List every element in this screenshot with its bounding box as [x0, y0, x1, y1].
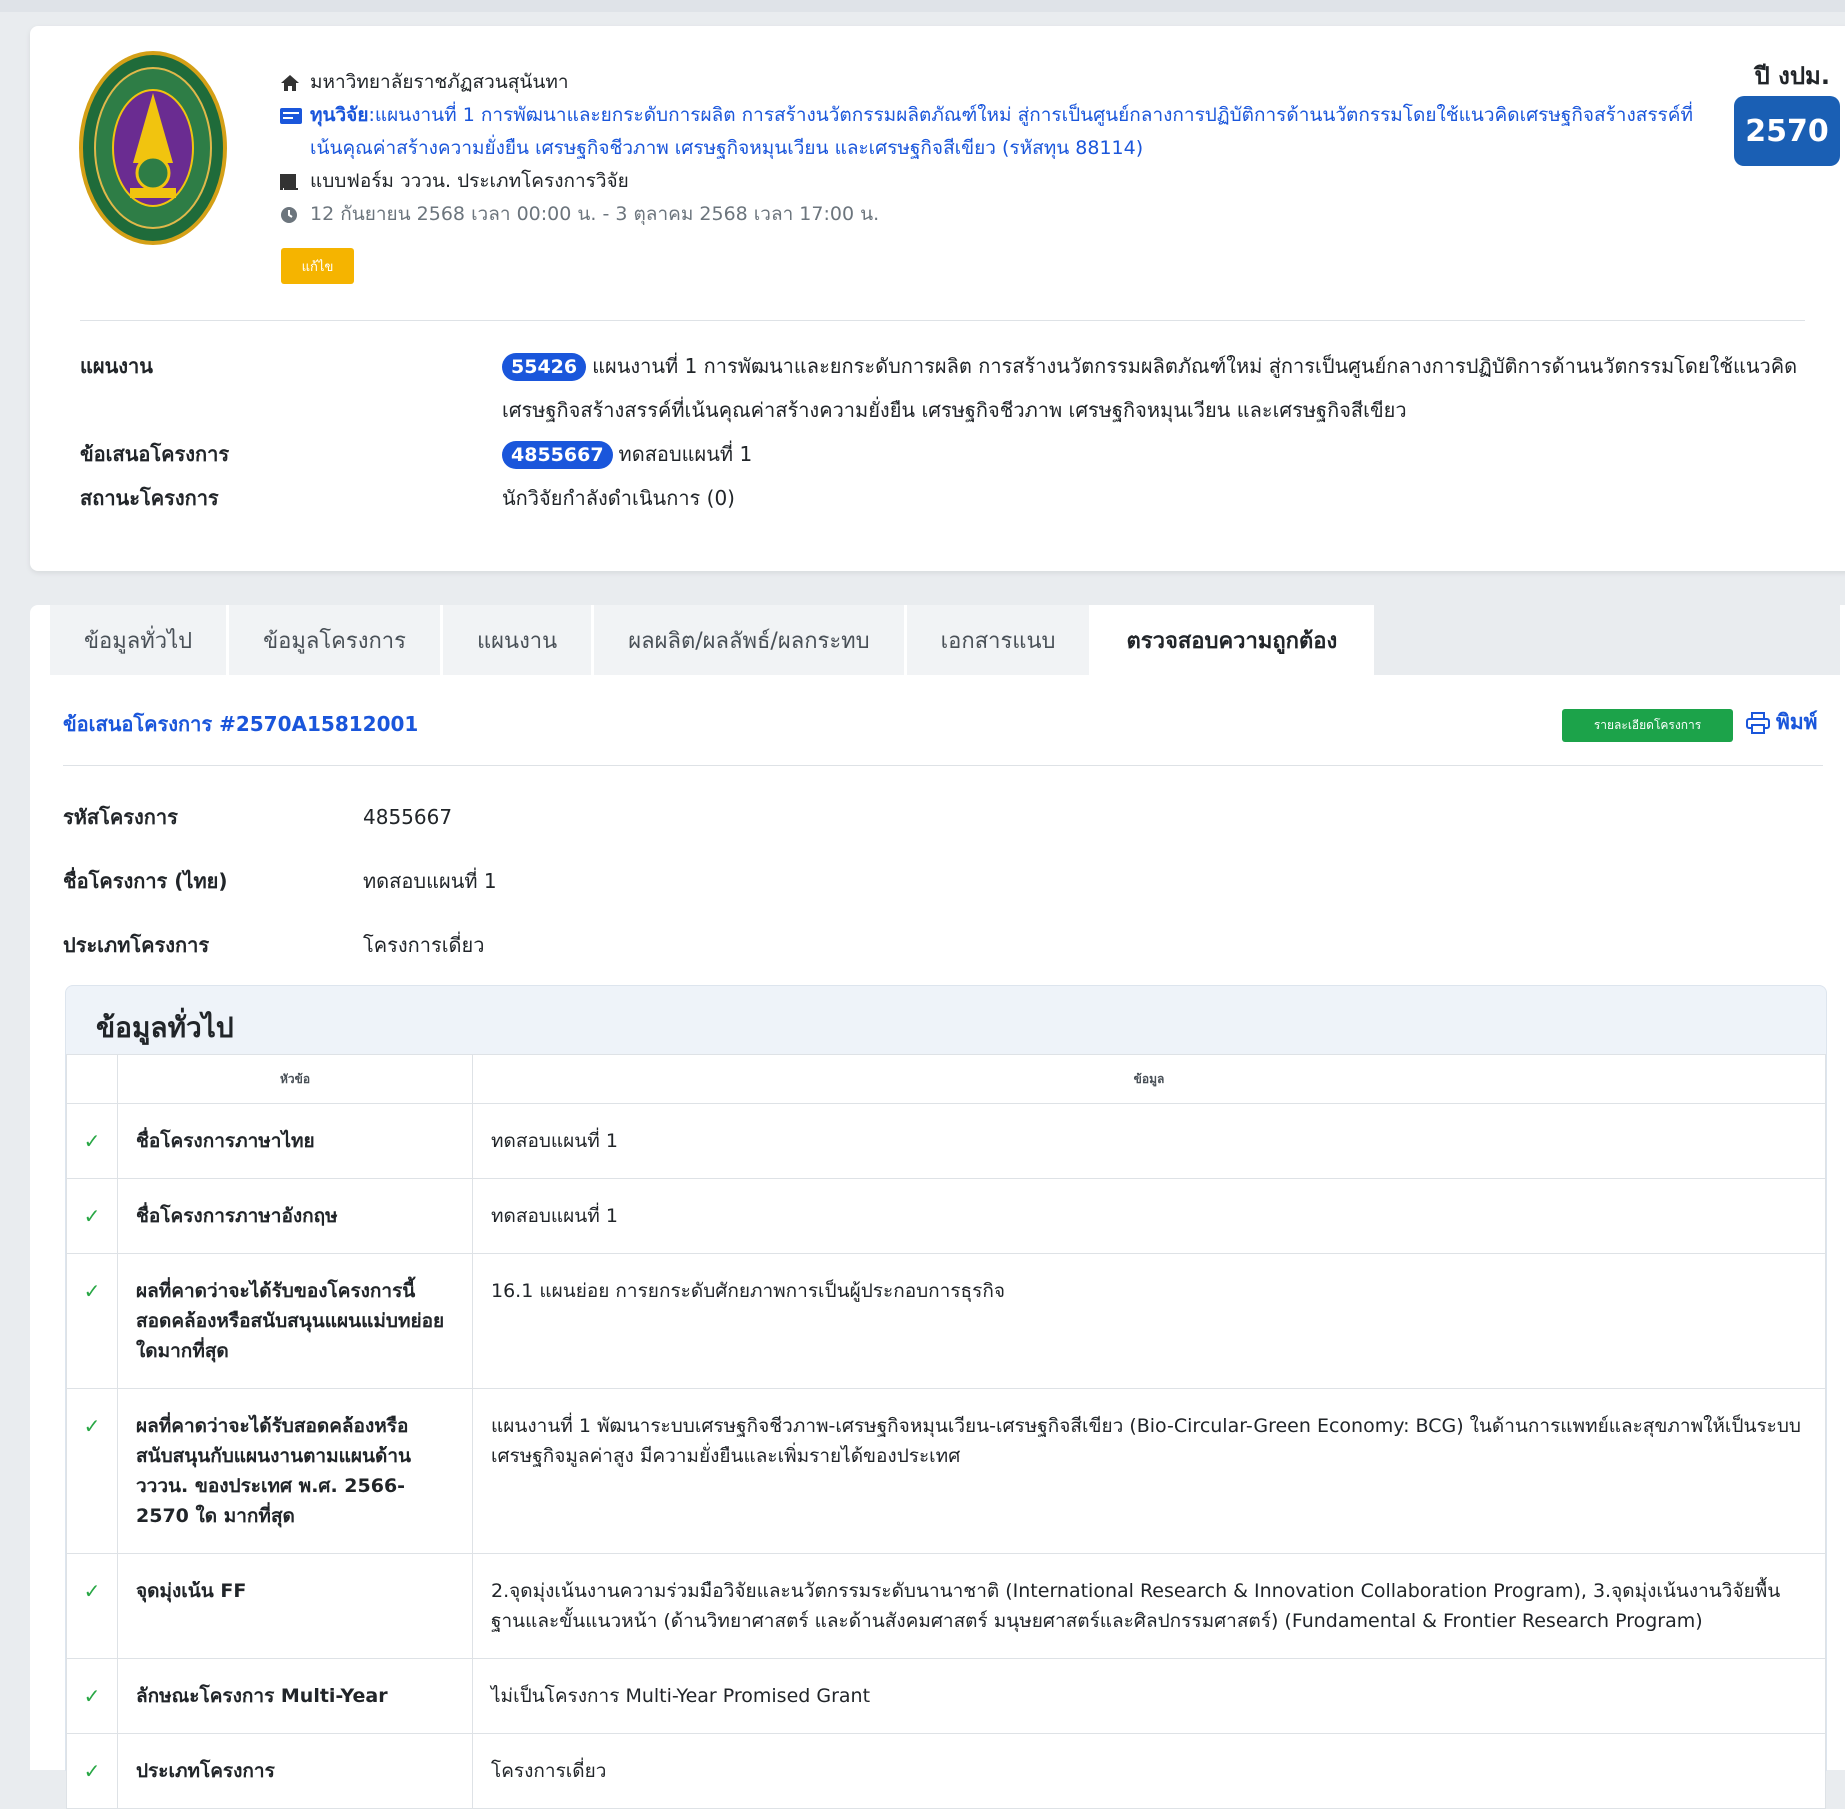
project-summary: แผนงาน 55426 แผนงานที่ 1 การพัฒนาและยกระด… — [80, 344, 1820, 520]
row-value: ไม่เป็นโครงการ Multi-Year Promised Grant — [472, 1658, 1826, 1734]
row-topic: ชื่อโครงการภาษาไทย — [117, 1103, 473, 1179]
summary-row-status: สถานะโครงการ นักวิจัยกำลังดำเนินการ (0) — [80, 476, 1820, 520]
proposal-title: ข้อเสนอโครงการ #2570A15812001 — [63, 712, 419, 736]
fact-row: รหัสโครงการ 4855667 — [63, 785, 497, 849]
printer-icon — [1746, 711, 1770, 734]
university-name: มหาวิทยาลัยราชภัฏสวนสุนันทา — [310, 71, 569, 93]
check-icon: ✓ — [66, 1103, 118, 1179]
fact-row: ประเภทโครงการ โครงการเดี่ยว — [63, 913, 497, 977]
status-text: นักวิจัยกำลังดำเนินการ (0) — [502, 486, 735, 510]
project-meta: มหาวิทยาลัยราชภัฏสวนสุนันทา ทุนวิจัย:แผน… — [280, 66, 1720, 231]
clock-icon — [280, 198, 310, 231]
check-icon: ✓ — [66, 1733, 118, 1809]
edit-button[interactable]: แก้ไข — [281, 248, 354, 284]
row-topic: ผลที่คาดว่าจะได้รับสอดคล้องหรือสนับสนุนก… — [117, 1388, 473, 1554]
project-header-card: มหาวิทยาลัยราชภัฏสวนสุนันทา ทุนวิจัย:แผน… — [30, 26, 1845, 571]
tab-validation[interactable]: ตรวจสอบความถูกต้อง — [1092, 605, 1375, 675]
row-value: 2.จุดมุ่งเน้นงานความร่วมมือวิจัยและนวัตก… — [472, 1553, 1826, 1659]
fact-value: โครงการเดี่ยว — [363, 933, 485, 957]
tab-plan[interactable]: แผนงาน — [442, 605, 595, 675]
validation-table: หัวข้อ ข้อมูล ✓ ชื่อโครงการภาษาไทย ทดสอบ… — [66, 1054, 1826, 1809]
section-title: ข้อมูลทั่วไป — [96, 1011, 234, 1044]
table-row: ✓ ผลที่คาดว่าจะได้รับสอดคล้องหรือสนับสนุ… — [66, 1388, 1826, 1554]
table-row: ✓ ผลที่คาดว่าจะได้รับของโครงการนี้สอดคล้… — [66, 1253, 1826, 1389]
row-topic: ผลที่คาดว่าจะได้รับของโครงการนี้สอดคล้อง… — [117, 1253, 473, 1389]
check-icon: ✓ — [66, 1658, 118, 1734]
row-value: แผนงานที่ 1 พัฒนาระบบเศรษฐกิจชีวภาพ-เศรษ… — [472, 1388, 1826, 1554]
summary-row-plan: แผนงาน 55426 แผนงานที่ 1 การพัฒนาและยกระด… — [80, 344, 1820, 432]
grant-text: :แผนงานที่ 1 การพัฒนาและยกระดับการผลิต ก… — [310, 104, 1693, 159]
fiscal-year-badge: 2570 — [1734, 96, 1840, 166]
book-icon — [280, 165, 310, 198]
data-column-header: ข้อมูล — [472, 1054, 1826, 1104]
check-icon: ✓ — [66, 1253, 118, 1389]
table-row: ✓ ชื่อโครงการภาษาอังกฤษ ทดสอบแผนที่ 1 — [66, 1178, 1826, 1254]
submission-period: 12 กันยายน 2568 เวลา 00:00 น. - 3 ตุลาคม… — [310, 203, 880, 225]
row-value: ทดสอบแผนที่ 1 — [472, 1178, 1826, 1254]
proposal-divider — [63, 765, 1823, 766]
summary-row-proposal: ข้อเสนอโครงการ 4855667 ทดสอบแผนที่ 1 — [80, 432, 1820, 476]
table-row: ✓ ประเภทโครงการ โครงการเดี่ยว — [66, 1733, 1826, 1809]
topic-column-header: หัวข้อ — [117, 1054, 473, 1104]
grant-label: ทุนวิจัย — [310, 104, 369, 126]
card-icon — [280, 99, 310, 132]
tab-general[interactable]: ข้อมูลทั่วไป — [50, 605, 230, 675]
status-key: สถานะโครงการ — [80, 486, 219, 510]
project-detail-button[interactable]: รายละเอียดโครงการ — [1562, 709, 1733, 742]
row-value: ทดสอบแผนที่ 1 — [472, 1103, 1826, 1179]
home-icon — [280, 66, 310, 99]
row-value: 16.1 แผนย่อย การยกระดับศักยภาพการเป็นผู้… — [472, 1253, 1826, 1389]
table-header-row: หัวข้อ ข้อมูล — [66, 1054, 1826, 1104]
row-topic: ชื่อโครงการภาษาอังกฤษ — [117, 1178, 473, 1254]
fact-key: รหัสโครงการ — [63, 805, 178, 829]
table-row: ✓ ลักษณะโครงการ Multi-Year ไม่เป็นโครงกา… — [66, 1658, 1826, 1734]
fact-value: 4855667 — [363, 805, 453, 829]
fact-key: ประเภทโครงการ — [63, 933, 210, 957]
plan-key: แผนงาน — [80, 354, 153, 378]
row-topic: ประเภทโครงการ — [117, 1733, 473, 1809]
proposal-text: ทดสอบแผนที่ 1 — [618, 442, 753, 466]
tab-project-info[interactable]: ข้อมูลโครงการ — [229, 605, 443, 675]
top-bar — [0, 0, 1845, 12]
fact-row: ชื่อโครงการ (ไทย) ทดสอบแผนที่ 1 — [63, 849, 497, 913]
fact-value: ทดสอบแผนที่ 1 — [363, 869, 497, 893]
tab-attachments[interactable]: เอกสารแนบ — [906, 605, 1093, 675]
check-column-header — [66, 1054, 118, 1104]
tab-bar: ข้อมูลทั่วไป ข้อมูลโครงการ แผนงาน ผลผลิต… — [50, 605, 1840, 675]
proposal-code-badge: 4855667 — [502, 441, 613, 469]
plan-text: แผนงานที่ 1 การพัฒนาและยกระดับการผลิต กา… — [502, 354, 1798, 422]
fact-key: ชื่อโครงการ (ไทย) — [63, 869, 228, 893]
tab-outputs[interactable]: ผลผลิต/ผลลัพธ์/ผลกระทบ — [594, 605, 907, 675]
check-icon: ✓ — [66, 1178, 118, 1254]
header-divider — [80, 320, 1805, 321]
row-value: โครงการเดี่ยว — [472, 1733, 1826, 1809]
project-facts: รหัสโครงการ 4855667 ชื่อโครงการ (ไทย) ทด… — [63, 785, 497, 977]
form-type: แบบฟอร์ม วววน. ประเภทโครงการวิจัย — [310, 170, 629, 192]
row-topic: ลักษณะโครงการ Multi-Year — [117, 1658, 473, 1734]
row-topic: จุดมุ่งเน้น FF — [117, 1553, 473, 1659]
proposal-key: ข้อเสนอโครงการ — [80, 442, 230, 466]
table-row: ✓ จุดมุ่งเน้น FF 2.จุดมุ่งเน้นงานความร่ว… — [66, 1553, 1826, 1659]
check-icon: ✓ — [66, 1388, 118, 1554]
university-logo — [79, 51, 227, 245]
plan-code-badge: 55426 — [502, 353, 587, 381]
check-icon: ✓ — [66, 1553, 118, 1659]
print-label: พิมพ์ — [1776, 710, 1818, 734]
fiscal-year-label: ปี งปม. — [1754, 62, 1830, 90]
general-info-section: ข้อมูลทั่วไป หัวข้อ ข้อมูล ✓ ชื่อโครงการ… — [65, 985, 1827, 1809]
grant-info[interactable]: ทุนวิจัย:แผนงานที่ 1 การพัฒนาและยกระดับก… — [310, 99, 1720, 165]
table-row: ✓ ชื่อโครงการภาษาไทย ทดสอบแผนที่ 1 — [66, 1103, 1826, 1179]
print-button[interactable]: พิมพ์ — [1746, 706, 1818, 739]
